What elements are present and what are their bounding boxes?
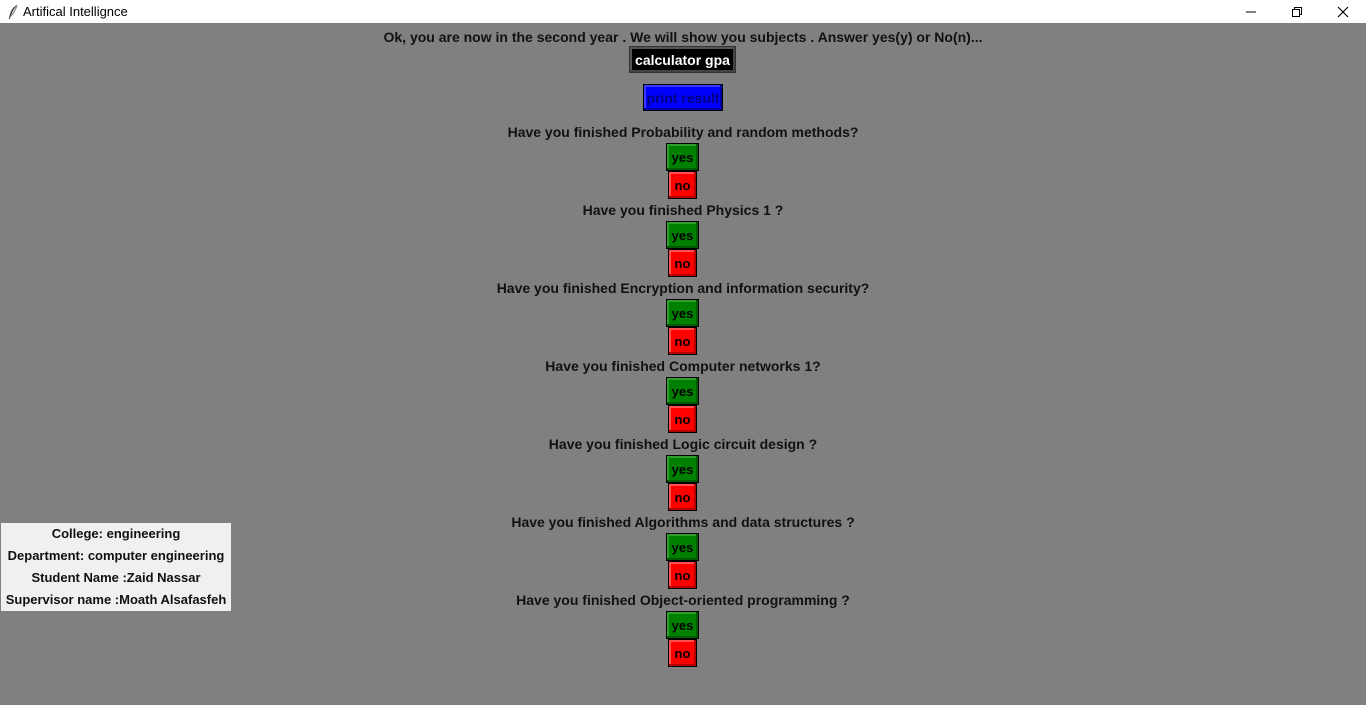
- minimize-icon[interactable]: [1228, 0, 1274, 23]
- yes-button-logic[interactable]: yes: [666, 455, 699, 483]
- no-button-logic[interactable]: no: [668, 483, 697, 511]
- main-window: Ok, you are now in the second year . We …: [0, 23, 1366, 705]
- question-label-networks: Have you finished Computer networks 1?: [545, 358, 821, 374]
- question-label-probability: Have you finished Probability and random…: [507, 124, 859, 140]
- question-label-logic: Have you finished Logic circuit design ?: [548, 436, 818, 452]
- no-button-encryption[interactable]: no: [668, 327, 697, 355]
- restore-icon[interactable]: [1274, 0, 1320, 23]
- feather-icon: [3, 0, 23, 23]
- no-button-algorithms[interactable]: no: [668, 561, 697, 589]
- yes-button-networks[interactable]: yes: [666, 377, 699, 405]
- no-button-probability[interactable]: no: [668, 171, 697, 199]
- no-button-physics[interactable]: no: [668, 249, 697, 277]
- no-button-oop[interactable]: no: [668, 639, 697, 667]
- instruction-label: Ok, you are now in the second year . We …: [383, 29, 983, 45]
- yes-button-probability[interactable]: yes: [666, 143, 699, 171]
- yes-button-encryption[interactable]: yes: [666, 299, 699, 327]
- calculator-gpa-button[interactable]: calculator gpa: [629, 46, 736, 73]
- window-controls: [1228, 0, 1366, 23]
- yes-button-physics[interactable]: yes: [666, 221, 699, 249]
- department-label: Department: computer engineering: [7, 548, 225, 563]
- question-label-physics: Have you finished Physics 1 ?: [582, 202, 784, 218]
- yes-button-oop[interactable]: yes: [666, 611, 699, 639]
- close-icon[interactable]: [1320, 0, 1366, 23]
- question-label-encryption: Have you finished Encryption and informa…: [496, 280, 870, 296]
- student-name-label: Student Name :Zaid Nassar: [31, 570, 201, 585]
- print-result-button[interactable]: print result: [643, 84, 723, 111]
- supervisor-name-label: Supervisor name :Moath Alsafasfeh: [5, 592, 227, 607]
- title-bar: Artifical Intellignce: [0, 0, 1366, 23]
- no-button-networks[interactable]: no: [668, 405, 697, 433]
- yes-button-algorithms[interactable]: yes: [666, 533, 699, 561]
- college-label: College: engineering: [51, 526, 181, 541]
- window-title: Artifical Intellignce: [23, 4, 128, 19]
- student-info-panel: College: engineering Department: compute…: [1, 523, 231, 611]
